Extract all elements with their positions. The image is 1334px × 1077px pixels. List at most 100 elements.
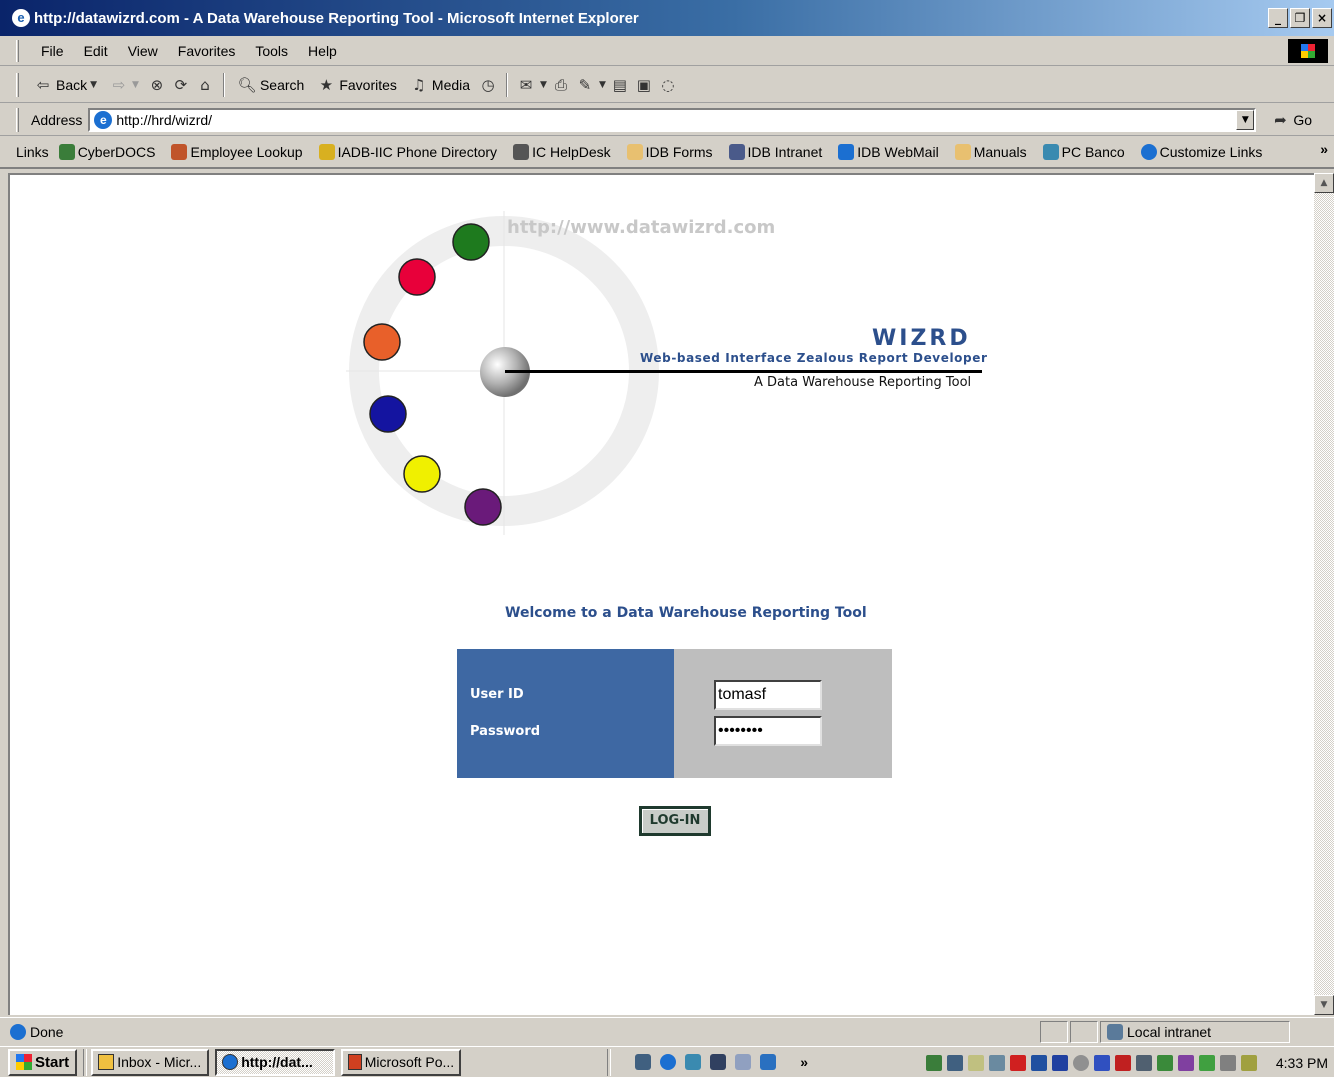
ie-icon[interactable]: e [12,9,30,27]
home-icon[interactable]: ⌂ [195,75,215,95]
password-input[interactable] [714,716,822,746]
edit-icon[interactable]: ✎ [575,75,595,95]
link-employee-lookup[interactable]: Employee Lookup [171,144,303,160]
forward-dropdown-icon[interactable]: ▼ [132,80,139,90]
tray-sync-icon[interactable] [1156,1054,1173,1071]
edit-dropdown-icon[interactable]: ▼ [599,80,606,90]
people-icon [171,144,188,160]
tray-security-icon[interactable] [1093,1054,1110,1071]
scroll-up-icon[interactable]: ▲ [1314,173,1334,193]
link-idb-intranet[interactable]: IDB Intranet [728,144,822,160]
favorites-button[interactable]: ★ Favorites [312,75,401,95]
link-phone-directory[interactable]: IADB-IIC Phone Directory [318,144,498,160]
back-dropdown-icon[interactable]: ▼ [90,80,97,90]
toolbar-grip[interactable] [16,72,19,97]
close-button[interactable]: × [1312,8,1332,28]
forward-button[interactable]: ⇨ ▼ [105,75,143,95]
desktop-icon[interactable] [635,1054,652,1070]
tray-language-icon[interactable] [1051,1054,1068,1071]
bank-icon [1042,144,1059,160]
explorer-icon[interactable] [685,1054,702,1070]
ie-icon[interactable] [660,1054,677,1070]
tray-update-icon[interactable] [1240,1054,1257,1071]
login-button[interactable]: LOG-IN [639,806,711,836]
user-icon[interactable] [710,1054,727,1070]
tray-user-icon[interactable] [988,1054,1005,1071]
address-label: Address [31,111,83,128]
links-label[interactable]: Links [16,144,49,160]
task-browser[interactable]: http://dat... [215,1048,336,1076]
task-label: Microsoft Po... [364,1054,455,1070]
scroll-down-icon[interactable]: ▼ [1314,995,1334,1015]
tray-antivirus-icon[interactable] [1030,1054,1047,1071]
maximize-button[interactable]: ❐ [1290,8,1310,28]
research-icon[interactable]: ▣ [634,75,654,95]
taskbar-clock[interactable]: 4:33 PM [1276,1055,1328,1071]
tray-app-icon[interactable] [1114,1054,1131,1071]
menu-grip[interactable] [16,39,19,62]
menu-favorites[interactable]: Favorites [168,43,246,59]
quick-launch-more-icon[interactable]: » [800,1054,808,1070]
menu-view[interactable]: View [118,43,168,59]
taskbar-separator [607,1048,612,1076]
search-button[interactable]: 🔍︎ Search [233,75,308,95]
task-inbox[interactable]: Inbox - Micr... [91,1048,210,1076]
tray-acrobat-icon[interactable] [1009,1054,1026,1071]
tray-network-icon[interactable] [925,1054,942,1071]
security-zone: Local intranet [1100,1020,1290,1043]
media-button[interactable]: ♫ Media [405,75,474,95]
links-more-chevron-icon[interactable]: » [1320,141,1328,157]
messenger-icon[interactable]: ◌ [658,75,678,95]
link-label: IADB-IIC Phone Directory [337,144,498,160]
link-idb-forms[interactable]: IDB Forms [626,144,713,160]
tray-monitor-icon[interactable] [1135,1054,1152,1071]
print-icon[interactable]: ⎙ [551,75,571,95]
ie-icon [1140,144,1157,160]
mail-dropdown-icon[interactable]: ▼ [540,80,547,90]
link-cyberdocs[interactable]: CyberDOCS [58,144,155,160]
back-label: Back [56,76,88,93]
refresh-icon[interactable]: ⟳ [171,75,191,95]
tray-globe-icon[interactable] [1072,1054,1089,1071]
helpdesk-icon [513,144,530,160]
link-label: Employee Lookup [190,144,303,160]
back-arrow-icon: ⇦ [36,75,50,94]
history-icon[interactable]: ◷ [478,75,498,95]
menu-edit[interactable]: Edit [74,43,118,59]
discuss-icon[interactable]: ▤ [610,75,630,95]
vertical-scrollbar[interactable]: ▲ ▼ [1314,173,1334,1015]
link-manuals[interactable]: Manuals [954,144,1027,160]
notepad-icon[interactable] [735,1054,752,1070]
mail-icon[interactable]: ✉ [516,75,536,95]
stop-icon[interactable]: ⊗ [147,75,167,95]
address-dropdown-icon[interactable]: ▼ [1236,109,1255,130]
link-idb-webmail[interactable]: IDB WebMail [838,144,939,160]
tray-volume-icon[interactable] [967,1054,984,1071]
link-customize-links[interactable]: Customize Links [1140,144,1262,160]
menu-file[interactable]: File [31,43,74,59]
start-button[interactable]: Start [8,1048,78,1076]
zone-label: Local intranet [1127,1023,1212,1040]
link-ic-helpdesk[interactable]: IC HelpDesk [513,144,611,160]
tray-gear-icon[interactable] [1219,1054,1236,1071]
wizrd-logo [346,211,659,535]
user-id-input[interactable] [714,680,822,710]
menu-tools[interactable]: Tools [245,43,298,59]
password-label: Password [470,724,541,739]
address-grip[interactable] [16,107,19,132]
go-button[interactable]: ➦ Go [1270,110,1312,130]
logo-dot-red [398,258,436,296]
powerpoint-icon [348,1054,362,1070]
link-pc-banco[interactable]: PC Banco [1042,144,1125,160]
tray-messenger-icon[interactable] [1198,1054,1215,1071]
address-field[interactable]: e ▼ [88,107,1257,132]
minimize-button[interactable]: _ [1268,8,1288,28]
task-powerpoint[interactable]: Microsoft Po... [341,1048,462,1076]
logo-dot-purple [464,488,502,526]
outlook-icon[interactable] [760,1054,777,1070]
menu-help[interactable]: Help [298,43,347,59]
back-button[interactable]: ⇦ Back ▼ [29,75,101,95]
tray-display-icon[interactable] [946,1054,963,1071]
address-input[interactable] [116,111,1227,128]
tray-calendar-icon[interactable] [1177,1054,1194,1071]
